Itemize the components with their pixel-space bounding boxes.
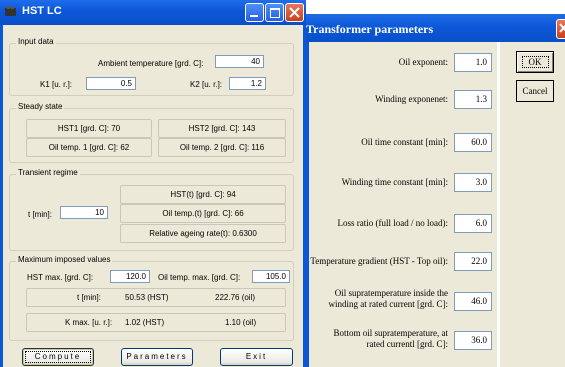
parameters-button[interactable]: Parameters <box>121 348 193 366</box>
max-t-row: t [min]: 50.53 (HST) 222.76 (oil) <box>26 288 286 307</box>
group-caption: Maximum imposed values <box>16 255 113 264</box>
loss-ratio-label: Loss ratio (full load / no load): <box>337 218 448 228</box>
max-t-label: t [min]: <box>77 293 102 302</box>
params-close-button[interactable] <box>556 19 565 39</box>
temperature-gradient-input[interactable]: 22.0 <box>454 252 492 271</box>
t-input[interactable]: 10 <box>60 206 108 219</box>
oil-exponent-label: Oil exponent: <box>398 57 448 67</box>
k1-label: K1 [u. r.]: <box>40 80 73 89</box>
group-caption: Transient regime <box>16 168 80 177</box>
cancel-button[interactable]: Cancel <box>516 80 554 102</box>
hst1-value: HST1 [grd. C]: 70 <box>26 119 152 138</box>
max-k-label: K max. [u. r.]: <box>65 318 113 327</box>
app-icon <box>5 6 16 16</box>
compute-button[interactable]: Compute <box>22 348 94 366</box>
maximize-icon <box>270 8 280 18</box>
ambient-temperature-input[interactable]: 40 <box>215 55 264 68</box>
max-k-hst: 1.02 (HST) <box>125 318 165 327</box>
bottom-oil-supratemp-input[interactable]: 36.0 <box>454 331 492 350</box>
k2-input[interactable]: 1.2 <box>229 77 266 90</box>
oil-temp1-value: Oil temp. 1 [grd. C]: 62 <box>26 138 152 157</box>
oil-time-constant-input[interactable]: 60.0 <box>454 133 492 152</box>
minimize-icon <box>250 15 258 17</box>
group-caption: Steady state <box>16 102 65 111</box>
oil-temp-t-value: Oil temp.(t) [grd. C]: 66 <box>120 204 286 223</box>
maximize-button[interactable] <box>265 3 284 22</box>
max-k-oil: 1.10 (oil) <box>225 318 257 327</box>
oil-supratemp-winding-input[interactable]: 46.0 <box>454 292 492 311</box>
hst2-value: HST2 [grd. C]: 143 <box>158 119 286 138</box>
transformer-parameters-window: Transformer parameters Oil exponent: 1.0… <box>306 0 565 367</box>
params-window-title: Transformer parameters <box>306 22 434 36</box>
window-title: HST LC <box>22 5 62 17</box>
winding-time-constant-input[interactable]: 3.0 <box>454 173 492 192</box>
max-t-hst: 50.53 (HST) <box>125 293 169 302</box>
hst-max-label: HST max. [grd. C]: <box>27 273 94 282</box>
ageing-rate-value: Relative ageing rate(t): 0.6300 <box>120 224 286 243</box>
hst-lc-window: HST LC Input data Ambient temperature [g… <box>0 0 306 367</box>
loss-ratio-input[interactable]: 6.0 <box>454 214 492 233</box>
close-icon <box>289 7 300 18</box>
params-titlebar[interactable]: Transformer parameters <box>306 14 565 42</box>
minimize-button[interactable] <box>245 3 264 22</box>
bottom-oil-supratemp-label: Bottom oil supratemperature, at rated cu… <box>333 328 448 349</box>
winding-exponent-label: Winding exponenet: <box>375 94 448 104</box>
close-icon <box>559 23 565 33</box>
t-label: t [min]: <box>28 210 53 219</box>
close-button[interactable] <box>285 3 304 22</box>
ok-label: OK <box>521 56 549 68</box>
winding-exponent-input[interactable]: 1.3 <box>454 90 492 109</box>
ambient-temperature-label: Ambient temperature [grd. C]: <box>98 59 204 68</box>
hst-titlebar[interactable]: HST LC <box>0 0 306 25</box>
hst-max-input[interactable]: 120.0 <box>110 270 150 283</box>
k1-input[interactable]: 0.5 <box>86 77 136 90</box>
oil-supratemp-winding-label: Oil supratemperature inside the winding … <box>328 288 448 309</box>
ok-button[interactable]: OK <box>516 51 554 73</box>
oil-max-label: Oil temp. max. [grd. C]: <box>158 273 241 282</box>
oil-max-input[interactable]: 105.0 <box>252 270 290 283</box>
hst-t-value: HST(t) [grd. C]: 94 <box>120 185 286 204</box>
group-caption: Input data <box>16 37 56 46</box>
k2-label: K2 [u. r.]: <box>190 80 223 89</box>
temperature-gradient-label: Temperature gradient (HST - Top oil): <box>310 256 448 266</box>
max-k-row: K max. [u. r.]: 1.02 (HST) 1.10 (oil) <box>26 313 286 332</box>
oil-temp2-value: Oil temp. 2 [grd. C]: 116 <box>158 138 286 157</box>
max-t-oil: 222.76 (oil) <box>215 293 256 302</box>
exit-button[interactable]: Exit <box>220 348 293 366</box>
oil-time-constant-label: Oil time constant [min]: <box>361 137 448 147</box>
oil-exponent-input[interactable]: 1.0 <box>454 53 492 72</box>
winding-time-constant-label: Winding time constant [min]: <box>341 177 448 187</box>
